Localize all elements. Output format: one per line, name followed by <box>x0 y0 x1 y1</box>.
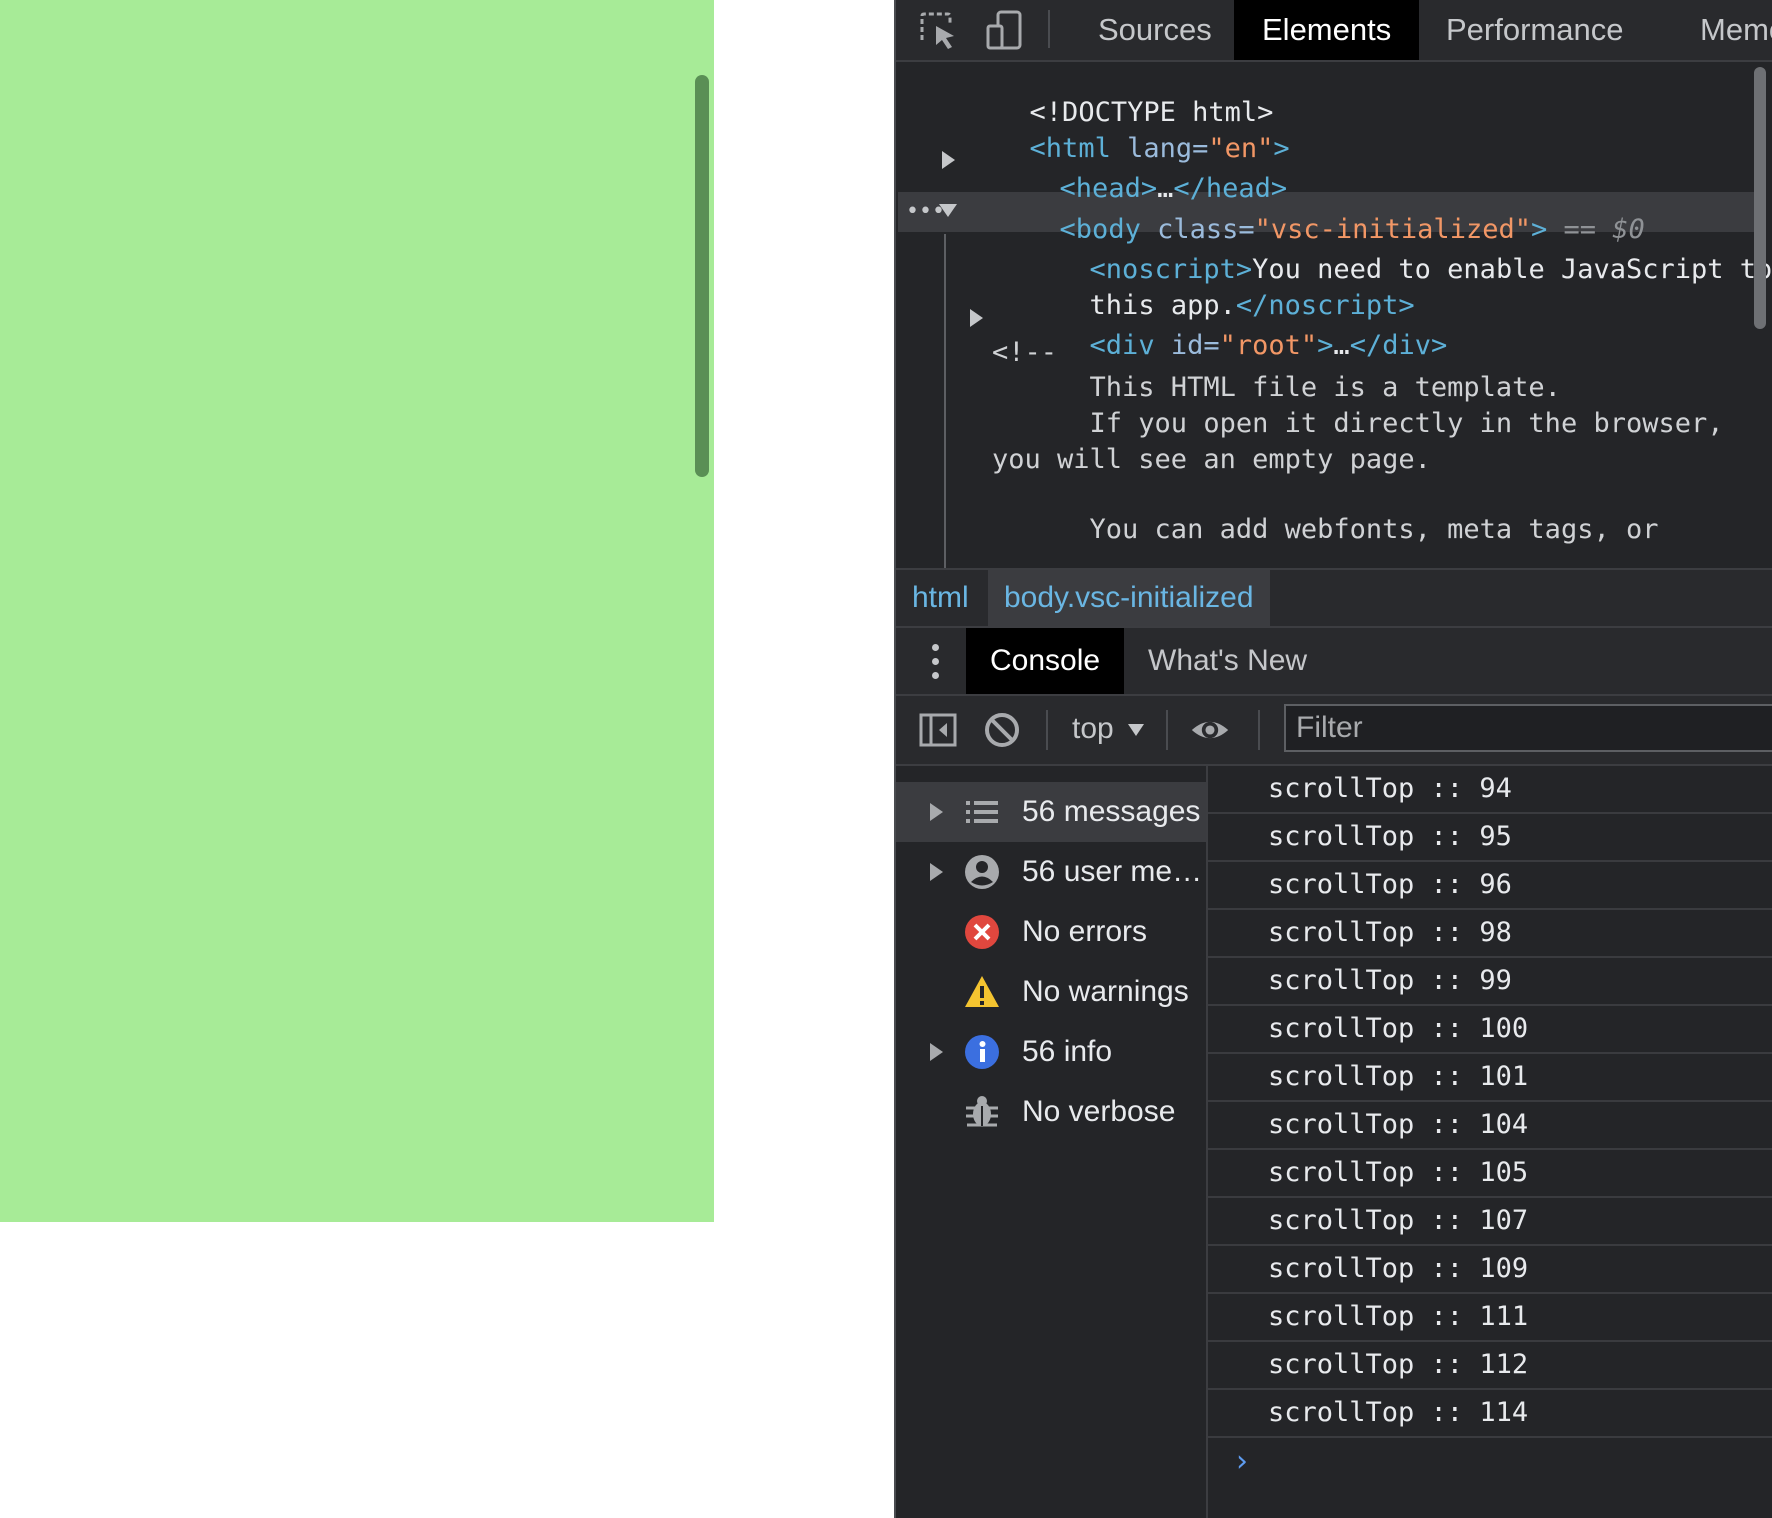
comment-line[interactable]: This HTML file is a template. <box>992 372 1561 403</box>
console-message[interactable]: scrollTop :: 101 <box>1208 1054 1772 1102</box>
div-ellipsis: … <box>1333 330 1350 361</box>
sidebar-item-verbose[interactable]: No verbose <box>896 1082 1206 1142</box>
comment-line[interactable]: you will see an empty page. <box>992 444 1431 475</box>
dropdown-arrow-icon <box>1127 724 1144 737</box>
comment-line[interactable]: <!-- <box>992 337 1057 368</box>
sidebar-item-label: No verbose <box>1022 1095 1176 1128</box>
elements-scrollbar-thumb[interactable] <box>1754 67 1766 329</box>
console-toolbar: top <box>896 696 1772 766</box>
div-attr-name: id= <box>1154 330 1220 361</box>
sidebar-item-warnings[interactable]: No warnings <box>896 962 1206 1022</box>
console-message[interactable]: scrollTop :: 94 <box>1208 766 1772 814</box>
green-content-panel <box>0 0 714 1222</box>
console-message-text: scrollTop :: 104 <box>1268 1109 1529 1140</box>
drawer-tab-console[interactable]: Console <box>966 628 1125 694</box>
console-message[interactable]: scrollTop :: 105 <box>1208 1150 1772 1198</box>
kebab-menu-icon[interactable] <box>932 644 940 680</box>
user-icon <box>965 855 999 889</box>
sidebar-item-errors[interactable]: No errors <box>896 902 1206 962</box>
inspect-element-icon[interactable] <box>918 10 960 50</box>
device-toolbar-icon[interactable] <box>984 10 1026 50</box>
div-attr-value: "root" <box>1219 330 1318 361</box>
console-message[interactable]: scrollTop :: 109 <box>1208 1246 1772 1294</box>
console-message[interactable]: scrollTop :: 111 <box>1208 1294 1772 1342</box>
console-message-text: scrollTop :: 100 <box>1268 1013 1529 1044</box>
tab-memory[interactable]: Memor <box>1672 0 1772 60</box>
context-selector[interactable]: top <box>1072 706 1144 752</box>
context-value: top <box>1072 712 1114 745</box>
console-message[interactable]: scrollTop :: 112 <box>1208 1342 1772 1390</box>
console-messages: scrollTop :: 94 scrollTop :: 95 scrollTo… <box>1208 766 1772 1518</box>
console-message-text: scrollTop :: 95 <box>1268 821 1512 852</box>
elements-dom-tree: ••• <!DOCTYPE html> <html lang="en"> <he… <box>896 62 1772 568</box>
div-close-tag: </div> <box>1349 330 1448 361</box>
devtools-panel: Sources Elements Performance Memor ••• <… <box>894 0 1772 1518</box>
expand-arrow-icon[interactable] <box>930 1043 943 1061</box>
warning-icon <box>965 976 999 1007</box>
div-tag-open: <div <box>1089 330 1155 361</box>
list-icon <box>966 801 998 823</box>
breadcrumb-html[interactable]: html <box>896 570 985 626</box>
bug-icon <box>966 1096 998 1127</box>
dom-breadcrumb: html body.vsc-initialized <box>896 568 1772 628</box>
console-message[interactable]: scrollTop :: 104 <box>1208 1102 1772 1150</box>
sidebar-item-label: 56 info <box>1022 1035 1113 1068</box>
console-prompt-icon[interactable]: › <box>1236 1444 1248 1479</box>
console-message-text: scrollTop :: 101 <box>1268 1061 1529 1092</box>
sidebar-item-user-messages[interactable]: 56 user me… <box>896 842 1206 902</box>
tab-elements[interactable]: Elements <box>1234 0 1420 60</box>
comment-line[interactable]: If you open it directly in the browser, <box>992 408 1724 439</box>
error-icon <box>965 915 999 949</box>
console-message[interactable]: scrollTop :: 107 <box>1208 1198 1772 1246</box>
sidebar-item-label: 56 messages <box>1022 795 1201 828</box>
expand-arrow-icon[interactable] <box>930 803 943 821</box>
page-scrollbar-thumb[interactable] <box>695 75 709 477</box>
clear-console-icon[interactable] <box>982 710 1022 750</box>
console-message-text: scrollTop :: 96 <box>1268 869 1512 900</box>
console-message-text: scrollTop :: 111 <box>1268 1301 1529 1332</box>
console-message-text: scrollTop :: 99 <box>1268 965 1512 996</box>
console-message-text: scrollTop :: 107 <box>1268 1205 1529 1236</box>
div-tag-close: > <box>1317 330 1334 361</box>
info-icon <box>965 1035 999 1069</box>
sidebar-item-label: 56 user me… <box>1022 855 1203 888</box>
expand-arrow-icon[interactable] <box>930 863 943 881</box>
sidebar-item-info[interactable]: 56 info <box>896 1022 1206 1082</box>
breadcrumb-body[interactable]: body.vsc-initialized <box>988 570 1270 626</box>
comment-line[interactable]: You can add webfonts, meta tags, or <box>992 514 1659 545</box>
drawer-tab-whats-new[interactable]: What's New <box>1124 628 1331 694</box>
filter-input[interactable] <box>1284 704 1772 752</box>
console-message[interactable]: scrollTop :: 98 <box>1208 910 1772 958</box>
console-message-text: scrollTop :: 112 <box>1268 1349 1529 1380</box>
sidebar-item-messages[interactable]: 56 messages <box>896 782 1206 842</box>
console-message-text: scrollTop :: 98 <box>1268 917 1512 948</box>
tab-sources[interactable]: Sources <box>1070 0 1240 60</box>
tab-performance[interactable]: Performance <box>1418 0 1651 60</box>
console-message-text: scrollTop :: 94 <box>1268 773 1512 804</box>
toolbar-separator <box>1046 710 1048 750</box>
console-message-text: scrollTop :: 114 <box>1268 1397 1529 1428</box>
console-message-text: scrollTop :: 105 <box>1268 1157 1529 1188</box>
console-sidebar: 56 messages 56 user me… No errors No war… <box>896 766 1208 1518</box>
body-collapse-arrow-icon[interactable] <box>939 204 957 217</box>
console-message[interactable]: scrollTop :: 95 <box>1208 814 1772 862</box>
console-message[interactable]: scrollTop :: 114 <box>1208 1390 1772 1438</box>
console-message[interactable]: scrollTop :: 100 <box>1208 1006 1772 1054</box>
sidebar-toggle-icon[interactable] <box>918 710 958 750</box>
devtools-main-toolbar: Sources Elements Performance Memor <box>896 0 1772 62</box>
sidebar-item-label: No warnings <box>1022 975 1189 1008</box>
console-message[interactable]: scrollTop :: 96 <box>1208 862 1772 910</box>
toolbar-separator <box>1166 710 1168 750</box>
sidebar-item-label: No errors <box>1022 915 1148 948</box>
drawer-tab-bar: Console What's New <box>896 628 1772 696</box>
tree-indent-guide <box>944 234 946 568</box>
console-message-text: scrollTop :: 109 <box>1268 1253 1529 1284</box>
eye-icon[interactable] <box>1190 710 1230 750</box>
head-expand-arrow-icon[interactable] <box>942 151 955 169</box>
root-div-expand-arrow-icon[interactable] <box>970 309 983 327</box>
toolbar-separator <box>1048 10 1050 48</box>
console-message[interactable]: scrollTop :: 99 <box>1208 958 1772 1006</box>
toolbar-separator <box>1258 710 1260 750</box>
